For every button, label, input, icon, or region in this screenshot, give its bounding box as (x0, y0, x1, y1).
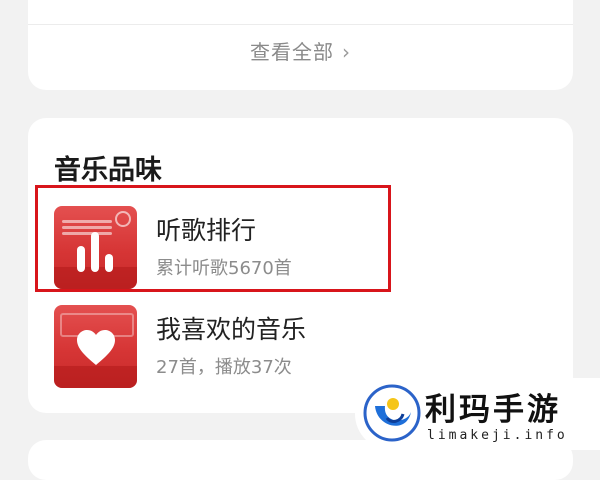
divider (28, 24, 573, 25)
liked-music-thumbnail (54, 305, 137, 388)
highlight-annotation-box (35, 185, 391, 292)
view-all-link[interactable]: 查看全部 › (28, 36, 573, 65)
view-all-label: 查看全部 (250, 40, 334, 64)
chevron-right-icon: › (342, 40, 351, 64)
previous-section-card: 查看全部 › (28, 0, 573, 90)
item-title: 我喜欢的音乐 (156, 315, 307, 344)
section-title: 音乐品味 (54, 155, 162, 186)
thumbnail-band (54, 366, 137, 388)
item-subtitle: 27首，播放37次 (156, 357, 292, 378)
site-logo (363, 384, 421, 442)
heart-icon (76, 329, 116, 367)
watermark-title: 利玛手游 (425, 392, 561, 428)
watermark-badge: 利玛手游 limakeji.info (355, 378, 600, 450)
watermark-url: limakeji.info (427, 428, 568, 443)
